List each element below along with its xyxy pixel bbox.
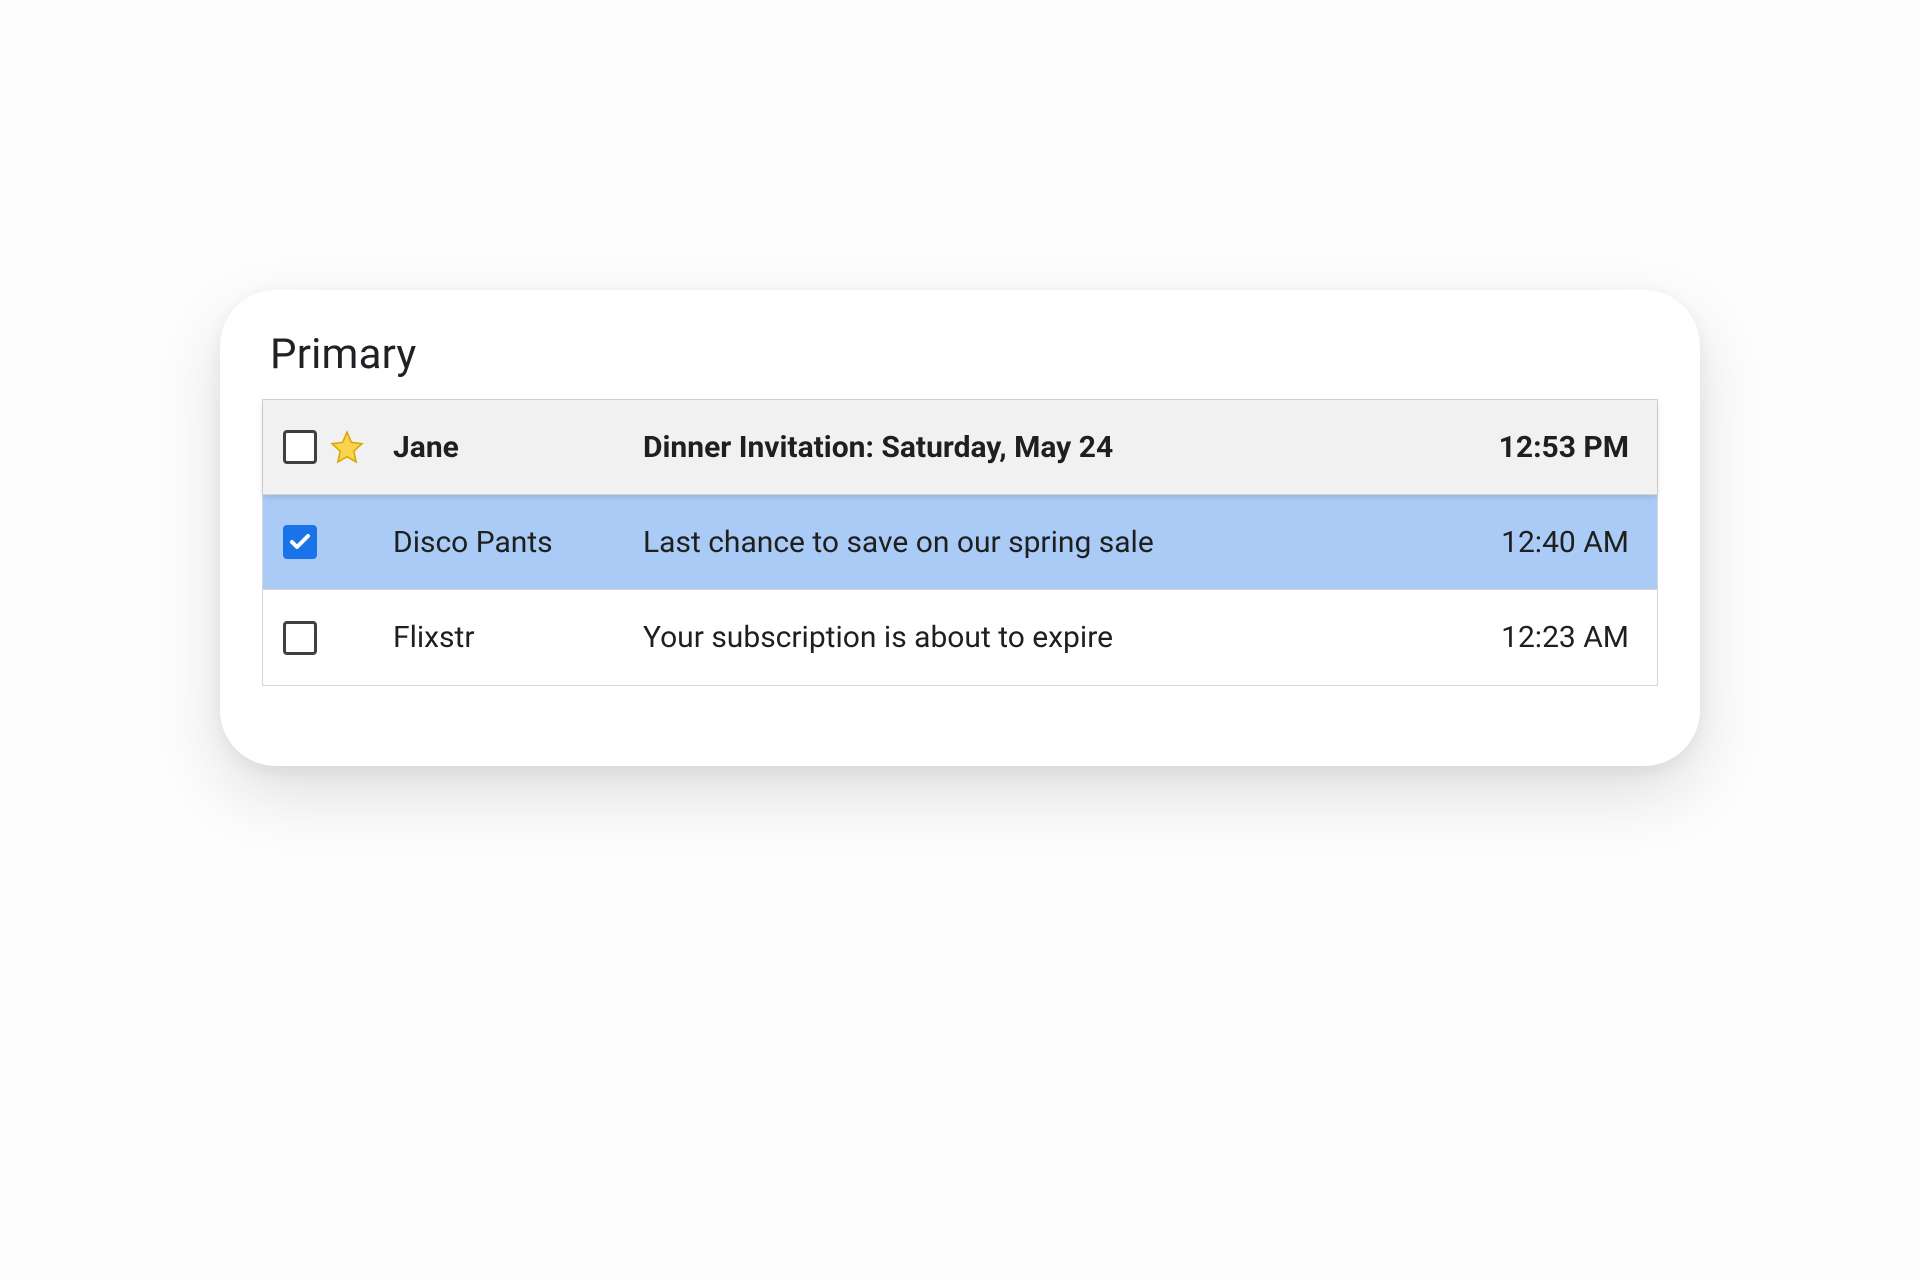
inbox-card: Primary Jane Dinner Invitation: Saturday… bbox=[220, 290, 1700, 766]
row-controls bbox=[283, 525, 393, 559]
select-checkbox[interactable] bbox=[283, 525, 317, 559]
email-subject: Last chance to save on our spring sale bbox=[643, 525, 1459, 560]
email-time: 12:53 PM bbox=[1459, 430, 1629, 465]
select-checkbox[interactable] bbox=[283, 621, 317, 655]
email-sender: Flixstr bbox=[393, 620, 643, 655]
email-subject: Your subscription is about to expire bbox=[643, 620, 1459, 655]
email-sender: Jane bbox=[393, 430, 643, 465]
email-time: 12:40 AM bbox=[1459, 525, 1629, 560]
email-list: Jane Dinner Invitation: Saturday, May 24… bbox=[262, 399, 1658, 686]
select-checkbox[interactable] bbox=[283, 430, 317, 464]
email-row[interactable]: Flixstr Your subscription is about to ex… bbox=[263, 590, 1657, 685]
email-row[interactable]: Jane Dinner Invitation: Saturday, May 24… bbox=[263, 400, 1657, 495]
email-subject: Dinner Invitation: Saturday, May 24 bbox=[643, 430, 1459, 465]
row-controls bbox=[283, 621, 393, 655]
email-row[interactable]: Disco Pants Last chance to save on our s… bbox=[263, 495, 1657, 590]
email-time: 12:23 AM bbox=[1459, 620, 1629, 655]
section-title: Primary bbox=[270, 330, 1658, 379]
star-icon[interactable] bbox=[329, 429, 365, 465]
email-sender: Disco Pants bbox=[393, 525, 643, 560]
row-controls bbox=[283, 429, 393, 465]
